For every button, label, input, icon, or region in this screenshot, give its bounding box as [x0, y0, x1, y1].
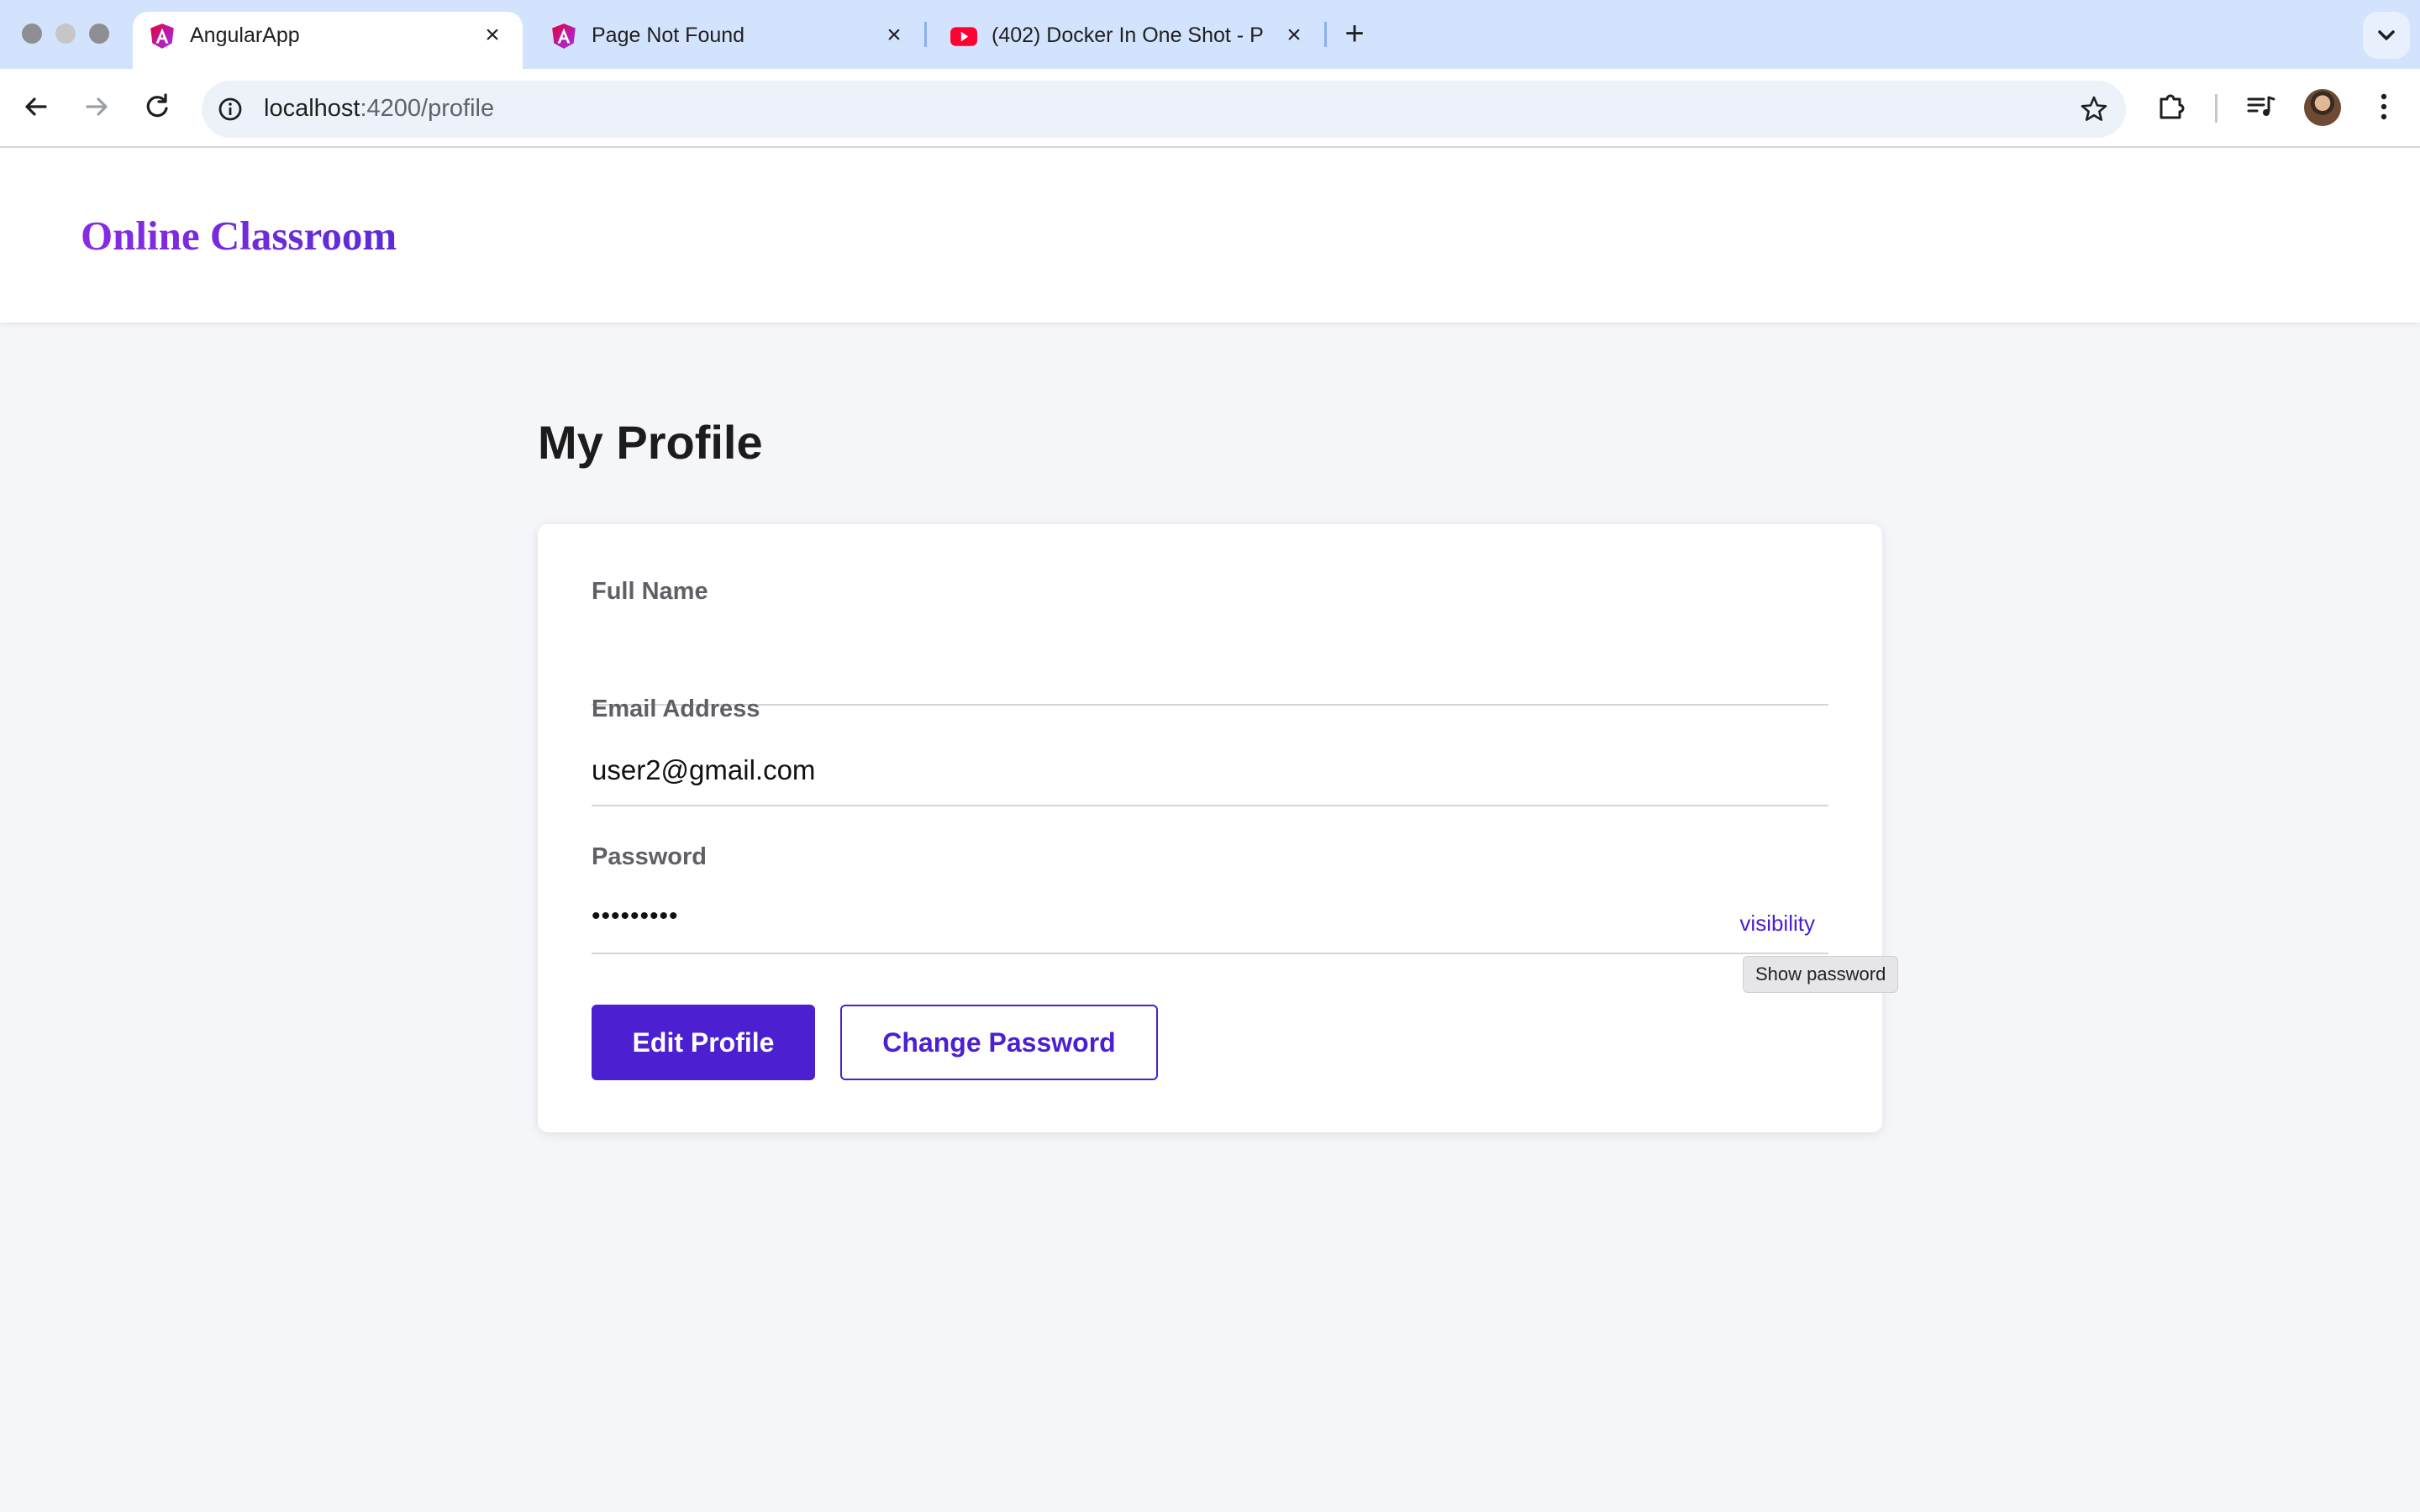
- profile-avatar[interactable]: [2304, 89, 2341, 126]
- email-field[interactable]: Email Address user2@gmail.com: [592, 696, 1828, 813]
- app-header: Online Classroom: [0, 148, 2420, 323]
- url-path: :4200/profile: [360, 95, 495, 122]
- field-underline: [592, 953, 1828, 954]
- close-tab-icon[interactable]: ×: [1279, 20, 1309, 50]
- field-underline: [592, 805, 1828, 806]
- tab-angularapp[interactable]: AngularApp ×: [133, 12, 523, 69]
- window-zoom-button[interactable]: [89, 24, 109, 44]
- full-name-field[interactable]: Full Name: [592, 578, 1828, 706]
- email-value[interactable]: user2@gmail.com: [592, 754, 815, 786]
- tab-separator: [1324, 22, 1327, 47]
- edit-profile-button[interactable]: Edit Profile: [592, 1005, 815, 1080]
- address-bar[interactable]: localhost:4200/profile: [202, 81, 2126, 138]
- tab-title: Page Not Found: [592, 24, 745, 47]
- tab-title: (402) Docker In One Shot - P: [992, 24, 1264, 47]
- forward-arrow-icon[interactable]: [77, 87, 116, 126]
- browser-tabstrip: AngularApp × Page Not Found × (402) Dock…: [0, 0, 2420, 69]
- full-name-label: Full Name: [592, 578, 708, 605]
- brand-logo[interactable]: Online Classroom: [81, 212, 397, 260]
- toolbar-divider: [2215, 94, 2217, 123]
- extensions-puzzle-icon[interactable]: [2153, 87, 2191, 126]
- window-minimize-button[interactable]: [55, 24, 76, 44]
- password-label: Password: [592, 843, 707, 870]
- tab-title: AngularApp: [190, 24, 300, 47]
- chevron-down-icon: [2378, 30, 2395, 40]
- media-control-icon[interactable]: [2242, 87, 2281, 126]
- bookmark-star-icon[interactable]: [2077, 92, 2111, 126]
- url-text[interactable]: localhost:4200/profile: [264, 95, 494, 123]
- youtube-icon: [950, 27, 977, 46]
- url-host: localhost: [264, 95, 360, 122]
- angular-icon: [552, 24, 576, 49]
- password-value[interactable]: •••••••••: [592, 902, 679, 931]
- show-password-tooltip: Show password: [1743, 956, 1899, 993]
- site-info-icon[interactable]: [213, 92, 247, 126]
- password-field[interactable]: Password ••••••••• visibility: [592, 843, 1828, 961]
- back-arrow-icon[interactable]: [17, 87, 55, 126]
- email-label: Email Address: [592, 696, 760, 722]
- page-title: My Profile: [538, 416, 763, 469]
- angular-icon: [150, 24, 174, 49]
- more-menu-icon[interactable]: [2365, 87, 2403, 126]
- tab-search-button[interactable]: [2363, 12, 2410, 59]
- visibility-toggle-button[interactable]: visibility: [1739, 911, 1815, 937]
- tab-page-not-found[interactable]: Page Not Found ×: [534, 12, 916, 69]
- close-tab-icon[interactable]: ×: [879, 20, 909, 50]
- reload-icon[interactable]: [138, 87, 176, 126]
- tab-docker-video[interactable]: (402) Docker In One Shot - P ×: [934, 12, 1328, 69]
- change-password-button[interactable]: Change Password: [840, 1005, 1158, 1080]
- profile-card: Full Name Email Address user2@gmail.com …: [538, 524, 1882, 1132]
- browser-toolbar: localhost:4200/profile: [0, 69, 2420, 148]
- tab-separator: [924, 22, 927, 47]
- new-tab-icon[interactable]: +: [1338, 15, 1371, 52]
- window-close-button[interactable]: [22, 24, 42, 44]
- close-tab-icon[interactable]: ×: [477, 20, 508, 50]
